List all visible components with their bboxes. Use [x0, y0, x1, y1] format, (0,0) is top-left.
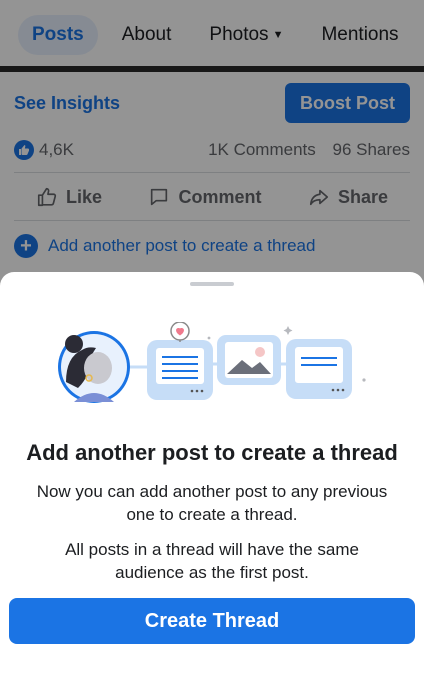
sheet-audience-note: All posts in a thread will have the same…	[65, 540, 359, 582]
sheet-title: Add another post to create a thread	[26, 440, 398, 465]
sheet-description: Now you can add another post to any prev…	[36, 482, 388, 524]
bottom-sheet: Add another post to create a thread Now …	[0, 272, 424, 680]
page-background: Posts About Photos ▼ Mentions See Insight…	[0, 0, 424, 290]
create-thread-button[interactable]: Create Thread	[9, 598, 415, 644]
sheet-drag-handle[interactable]	[190, 282, 234, 286]
modal-overlay[interactable]	[0, 0, 424, 290]
thread-illustration	[58, 322, 366, 403]
